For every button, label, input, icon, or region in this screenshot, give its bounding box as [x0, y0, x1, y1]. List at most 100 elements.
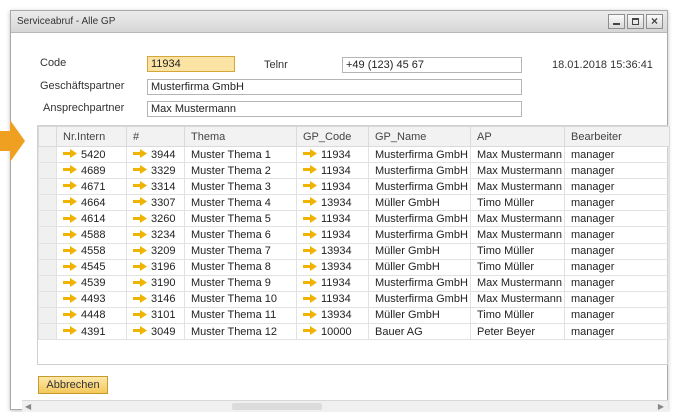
table-cell: Musterfirma GmbH: [368, 162, 471, 180]
link-arrow-icon[interactable]: [63, 261, 81, 273]
column-header[interactable]: Thema: [184, 126, 297, 147]
telnr-field[interactable]: +49 (123) 45 67: [342, 57, 522, 73]
link-arrow-icon[interactable]: [133, 277, 151, 289]
table-row[interactable]: 4664 3307 Muster Thema 4 13934 Müller GmbH Ti…: [38, 194, 670, 212]
link-arrow-icon[interactable]: [63, 309, 81, 321]
row-selector[interactable]: [38, 194, 57, 212]
column-header[interactable]: GP_Name: [368, 126, 471, 147]
link-arrow-icon[interactable]: [63, 293, 81, 305]
table-row[interactable]: 4493 3146 Muster Thema 10 11934 Musterfirma …: [38, 290, 670, 308]
table-row[interactable]: 4539 3190 Muster Thema 9 11934 Musterfirma G…: [38, 274, 670, 292]
column-header[interactable]: Bearbeiter: [564, 126, 670, 147]
code-label: Code: [40, 57, 67, 69]
link-arrow-icon[interactable]: [303, 245, 321, 257]
cell-text: 3260: [151, 212, 176, 225]
row-selector[interactable]: [38, 210, 57, 228]
link-arrow-icon[interactable]: [133, 293, 151, 305]
link-arrow-icon[interactable]: [303, 181, 321, 193]
link-arrow-icon[interactable]: [303, 261, 321, 273]
row-selector[interactable]: [38, 274, 57, 292]
cell-text: 11934: [321, 148, 351, 161]
link-arrow-icon[interactable]: [133, 197, 151, 209]
horizontal-scrollbar[interactable]: ◀ ▶: [22, 400, 668, 412]
cell-text: Max Mustermann: [477, 293, 562, 306]
link-arrow-icon[interactable]: [303, 229, 321, 241]
link-arrow-icon[interactable]: [63, 277, 81, 289]
table-cell: Timo Müller: [470, 258, 565, 276]
table-row[interactable]: 4448 3101 Muster Thema 11 13934 Müller GmbH T…: [38, 306, 670, 325]
minimize-icon[interactable]: [608, 14, 625, 29]
column-header[interactable]: AP: [470, 126, 565, 147]
table-cell: 4545: [56, 258, 127, 276]
link-arrow-icon[interactable]: [63, 229, 81, 241]
link-arrow-icon[interactable]: [133, 245, 151, 257]
scrollbar-thumb[interactable]: [232, 403, 322, 410]
row-selector[interactable]: [38, 306, 57, 325]
column-header[interactable]: GP_Code: [296, 126, 369, 147]
table-row[interactable]: 4545 3196 Muster Thema 8 13934 Müller GmbH Ti…: [38, 258, 670, 276]
link-arrow-icon[interactable]: [63, 326, 81, 338]
table-cell: 4689: [56, 162, 127, 180]
date-time: 18.01.2018 15:36:41: [552, 59, 653, 71]
row-selector[interactable]: [38, 258, 57, 276]
cell-text: Max Mustermann: [477, 212, 562, 225]
link-arrow-icon[interactable]: [133, 213, 151, 225]
maximize-icon[interactable]: [627, 14, 644, 29]
link-arrow-icon[interactable]: [303, 149, 321, 161]
link-arrow-icon[interactable]: [303, 197, 321, 209]
link-arrow-icon[interactable]: [303, 277, 321, 289]
table-row[interactable]: 4689 3329 Muster Thema 2 11934 Musterfirma G…: [38, 162, 670, 180]
contact-person-field[interactable]: Max Mustermann: [147, 101, 522, 117]
close-icon[interactable]: ×: [646, 14, 663, 29]
link-arrow-icon[interactable]: [63, 197, 81, 209]
table-row[interactable]: 4588 3234 Muster Thema 6 11934 Musterfirma G…: [38, 226, 670, 244]
link-arrow-icon[interactable]: [303, 293, 321, 305]
table-cell: manager: [564, 258, 670, 276]
table-row[interactable]: 4391 3049 Muster Thema 12 10000 Bauer AG Pete…: [38, 323, 670, 341]
cell-text: 4539: [81, 277, 106, 290]
table-cell: Müller GmbH: [368, 242, 471, 260]
link-arrow-icon[interactable]: [63, 165, 81, 177]
row-selector[interactable]: [38, 242, 57, 260]
cancel-button[interactable]: Abbrechen: [38, 376, 108, 394]
business-partner-field[interactable]: Musterfirma GmbH: [147, 79, 522, 95]
title-bar[interactable]: Serviceabruf - Alle GP ×: [11, 11, 667, 33]
code-field[interactable]: 11934: [147, 56, 235, 72]
link-arrow-icon[interactable]: [133, 165, 151, 177]
link-arrow-icon[interactable]: [63, 213, 81, 225]
row-selector[interactable]: [38, 178, 57, 196]
table-cell: Musterfirma GmbH: [368, 210, 471, 228]
link-arrow-icon[interactable]: [133, 229, 151, 241]
link-arrow-icon[interactable]: [133, 309, 151, 321]
table-row[interactable]: 4558 3209 Muster Thema 7 13934 Müller GmbH Ti…: [38, 242, 670, 260]
link-arrow-icon[interactable]: [133, 326, 151, 338]
table-row[interactable]: 5420 3944 Muster Thema 1 11934 Musterfirma G…: [38, 145, 670, 164]
link-arrow-icon[interactable]: [63, 181, 81, 193]
table-row[interactable]: 4614 3260 Muster Thema 5 11934 Musterfirma G…: [38, 210, 670, 228]
link-arrow-icon[interactable]: [303, 309, 321, 321]
link-arrow-icon[interactable]: [303, 165, 321, 177]
link-arrow-icon[interactable]: [303, 326, 321, 338]
link-arrow-icon[interactable]: [133, 149, 151, 161]
row-selector[interactable]: [38, 226, 57, 244]
cell-text: 3209: [151, 245, 176, 258]
row-selector[interactable]: [38, 162, 57, 180]
link-arrow-icon[interactable]: [133, 261, 151, 273]
link-arrow-icon[interactable]: [303, 213, 321, 225]
table-row[interactable]: 4671 3314 Muster Thema 3 11934 Musterfirma G…: [38, 178, 670, 196]
column-header[interactable]: Nr.Intern: [56, 126, 127, 147]
table-cell: 3234: [126, 226, 185, 244]
cell-text: 13934: [321, 196, 352, 209]
window-controls: ×: [608, 14, 663, 29]
link-arrow-icon[interactable]: [133, 181, 151, 193]
table-cell: Bauer AG: [368, 323, 471, 341]
scroll-left-icon[interactable]: ◀: [25, 402, 31, 411]
cell-text: Muster Thema 1: [191, 148, 271, 161]
row-selector[interactable]: [38, 145, 57, 164]
scroll-right-icon[interactable]: ▶: [658, 402, 664, 411]
link-arrow-icon[interactable]: [63, 245, 81, 257]
column-header[interactable]: #: [126, 126, 185, 147]
row-selector[interactable]: [38, 323, 57, 341]
row-selector[interactable]: [38, 290, 57, 308]
link-arrow-icon[interactable]: [63, 149, 81, 161]
